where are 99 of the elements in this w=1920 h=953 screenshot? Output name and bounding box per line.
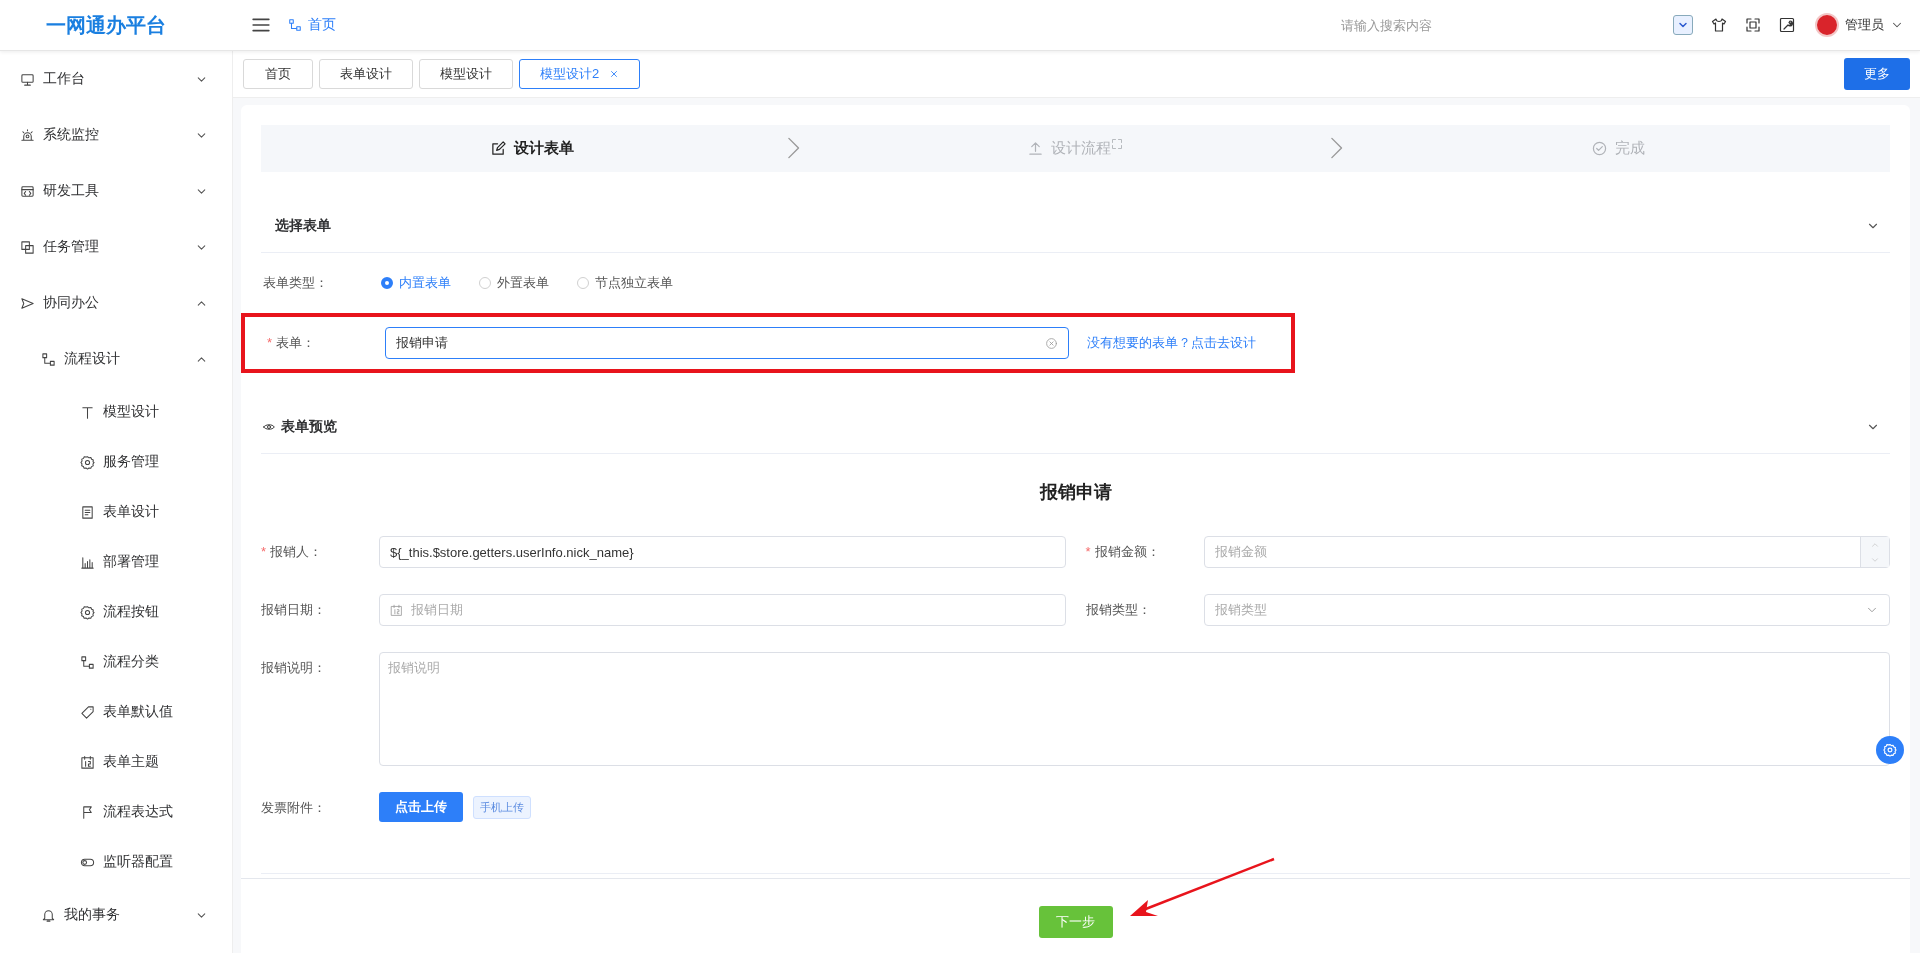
upload-button[interactable]: 点击上传 (379, 792, 463, 822)
field-label: 报销日期： (261, 602, 326, 617)
document-icon (80, 504, 95, 520)
menu-label: 流程设计 (64, 350, 121, 368)
menu-label: 部署管理 (103, 553, 160, 571)
flow-icon (288, 18, 302, 32)
calendar-icon (80, 754, 95, 770)
app-logo-title: 一网通办平台 (45, 12, 167, 38)
gear-icon (80, 454, 95, 470)
settings-button[interactable] (1876, 736, 1904, 764)
required-mark: * (267, 335, 273, 350)
more-button[interactable]: 更多 (1844, 58, 1910, 90)
required-mark: * (261, 544, 267, 559)
menu-label: 工作台 (43, 70, 86, 88)
fullscreen-icon[interactable] (1745, 17, 1761, 33)
breadcrumb-link[interactable]: 首页 (288, 16, 336, 34)
tag-icon (80, 704, 95, 720)
step-item[interactable]: 设计表单 (261, 125, 804, 172)
menu-item[interactable]: 工作台 (0, 51, 232, 107)
field-label: 报销金额： (1094, 544, 1160, 559)
send-icon (20, 295, 35, 311)
menu-label: 表单主题 (103, 753, 160, 771)
alarm-icon (20, 127, 35, 143)
tab[interactable]: 模型设计 (419, 59, 513, 89)
menu-item[interactable]: 表单主题 (0, 737, 232, 787)
menu-item[interactable]: 系统监控 (0, 107, 232, 163)
menu-item[interactable]: 研发工具 (0, 163, 232, 219)
settings-icon (1883, 743, 1897, 757)
copy-icon (20, 239, 35, 255)
section-header[interactable]: 选择表单 (261, 200, 1890, 253)
menu-item[interactable]: 流程按钮 (0, 587, 232, 637)
menu-label: 流程按钮 (103, 603, 160, 621)
check-circle-icon (1592, 141, 1607, 156)
menu-group[interactable]: 流程设计 (0, 331, 232, 387)
menu-label: 任务管理 (43, 238, 100, 256)
radio-option[interactable]: 外置表单 (479, 274, 549, 292)
tab[interactable]: 模型设计2 (519, 59, 641, 89)
user-name: 管理员 (1845, 16, 1884, 34)
form-title: 报销申请 (1038, 481, 1113, 504)
menu-label: 表单默认值 (103, 703, 174, 721)
field-label: 发票附件： (261, 800, 326, 815)
menu-label: 流程分类 (103, 653, 160, 671)
menu-item[interactable]: 表单设计 (0, 487, 232, 537)
edit-icon (491, 141, 506, 156)
menu-item[interactable]: 服务管理 (0, 437, 232, 487)
menu-item[interactable]: 流程分类 (0, 637, 232, 687)
menu-label: 监听器配置 (103, 853, 174, 871)
menu-label: 研发工具 (43, 182, 100, 200)
menu-label: 协同办公 (43, 294, 100, 312)
menu-item[interactable]: 监听器配置 (0, 837, 232, 887)
section-header[interactable]: 表单预览 (261, 401, 1890, 454)
bell-icon (41, 907, 56, 923)
flow-icon (80, 654, 95, 670)
bar-chart-icon (80, 554, 95, 570)
tab[interactable]: 表单设计 (319, 59, 413, 89)
field-label: 报销说明： (261, 660, 326, 675)
shirt-icon[interactable] (1711, 17, 1727, 33)
eye-icon (263, 421, 275, 433)
menu-item[interactable]: 流程表达式 (0, 787, 232, 837)
menu-icon[interactable] (252, 16, 270, 34)
field-label: 报销人： (270, 544, 323, 559)
menu-label: 模型设计 (103, 403, 160, 421)
text-field[interactable]: ${_this.$store.getters.userInfo.nick_name} (379, 536, 1066, 568)
code-icon (20, 183, 35, 199)
breadcrumb-text: 首页 (308, 16, 336, 34)
menu-item[interactable]: 表单默认值 (0, 687, 232, 737)
field-label: 表单类型： (263, 274, 329, 292)
layout-toggle-button[interactable] (1673, 15, 1693, 35)
field-label: 报销类型： (1085, 602, 1151, 617)
menu-item[interactable]: 模型设计 (0, 387, 232, 437)
tab[interactable]: 首页 (243, 59, 313, 89)
menu-item[interactable]: 任务管理 (0, 219, 232, 275)
radio-option[interactable]: 节点独立表单 (577, 274, 673, 292)
flow-icon (41, 351, 56, 367)
design-link[interactable]: 没有想要的表单？点击去设计 (1087, 334, 1256, 352)
field-label: 表单： (276, 335, 316, 350)
clear-icon (1045, 336, 1058, 350)
calendar-icon (390, 603, 403, 617)
avatar-icon (1815, 13, 1839, 37)
close-icon[interactable] (609, 69, 620, 79)
gear-icon (80, 604, 95, 620)
menu-label: 服务管理 (103, 453, 160, 471)
menu-item[interactable]: 部署管理 (0, 537, 232, 587)
wrench-icon[interactable] (1779, 17, 1795, 33)
monitor-icon (20, 71, 35, 87)
menu-label: 流程表达式 (103, 803, 174, 821)
required-mark: * (1085, 544, 1091, 559)
text-icon (80, 404, 95, 420)
menu-group[interactable]: 协同办公 (0, 275, 232, 331)
menu-label: 表单设计 (103, 503, 160, 521)
radio-option[interactable]: 内置表单 (381, 274, 451, 292)
menu-label: 我的事务 (64, 906, 121, 924)
form-select-field[interactable]: 报销申请 (385, 327, 1069, 359)
menu-item[interactable]: 我的事务 (0, 887, 232, 943)
upload-icon (1028, 141, 1043, 156)
user-menu[interactable]: 管理员 (1815, 13, 1904, 37)
menu-label: 系统监控 (43, 126, 100, 144)
flag-icon (80, 804, 95, 820)
expand-icon (1111, 137, 1123, 150)
